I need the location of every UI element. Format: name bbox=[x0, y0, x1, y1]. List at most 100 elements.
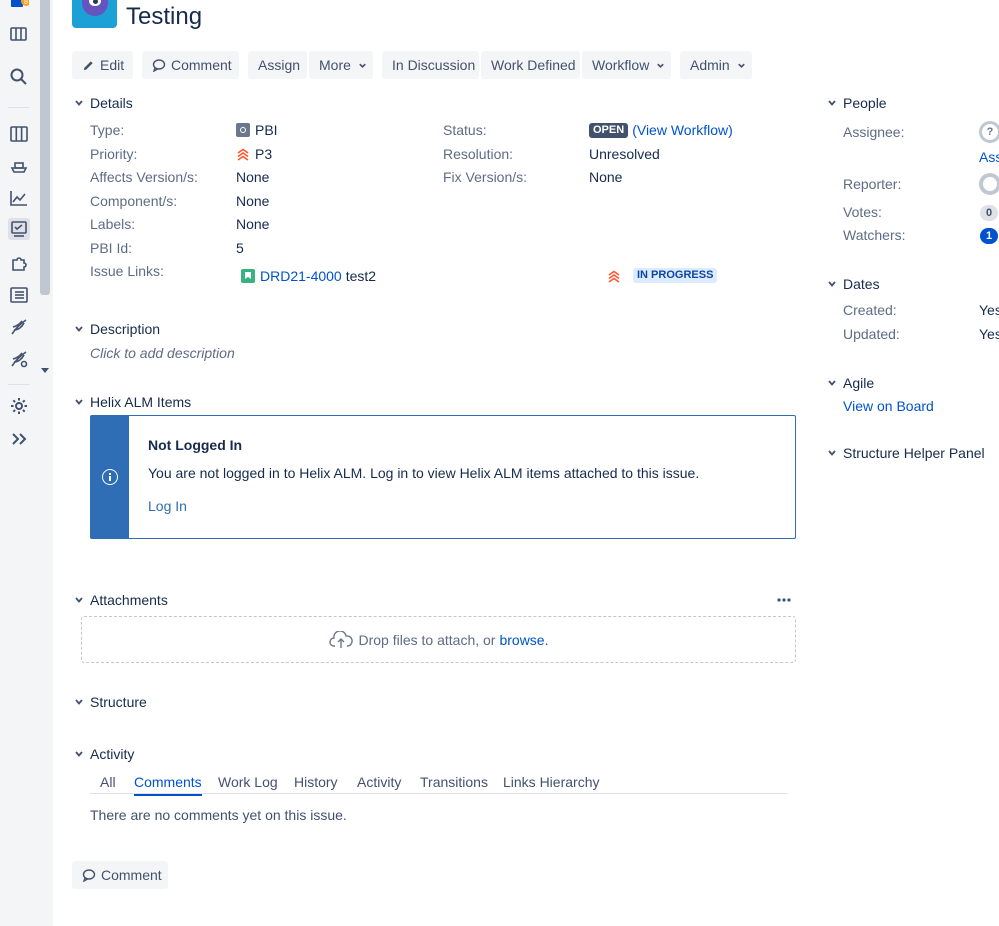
browse-link[interactable]: browse bbox=[499, 632, 544, 648]
dates-section-toggle[interactable]: Dates bbox=[825, 276, 880, 292]
reports-icon[interactable] bbox=[8, 187, 30, 209]
comment-icon bbox=[82, 868, 96, 882]
labels-label: Labels: bbox=[90, 216, 136, 232]
pbi-id-value[interactable]: 5 bbox=[236, 240, 244, 256]
more-button[interactable]: More bbox=[309, 51, 373, 79]
description-section-toggle[interactable]: Description bbox=[72, 321, 160, 337]
people-heading: People bbox=[843, 95, 887, 111]
assign-button[interactable]: Assign bbox=[248, 51, 307, 79]
issue-title[interactable]: Testing bbox=[126, 3, 202, 31]
chevron-down-icon bbox=[825, 98, 839, 108]
left-sidebar: 8 bbox=[0, 0, 38, 926]
sidebar-scrollbar[interactable] bbox=[38, 0, 53, 926]
more-options-icon[interactable] bbox=[775, 592, 793, 608]
tab-comments[interactable]: Comments bbox=[134, 774, 202, 796]
priority-value[interactable]: P3 bbox=[236, 146, 272, 162]
reporter-avatar[interactable] bbox=[979, 173, 999, 195]
linked-issue-status: IN PROGRESS bbox=[607, 268, 718, 283]
attachments-section-toggle[interactable]: Attachments bbox=[72, 592, 168, 608]
labels-value[interactable]: None bbox=[236, 216, 269, 232]
drop-text: Drop files to attach, or bbox=[358, 631, 496, 648]
fix-version-value[interactable]: None bbox=[589, 169, 622, 185]
notification-icon[interactable]: 8 bbox=[8, 0, 30, 18]
more-label: More bbox=[319, 57, 351, 73]
add-comment-button[interactable]: Comment bbox=[72, 861, 168, 889]
tab-activity[interactable]: Activity bbox=[357, 774, 401, 790]
project-avatar[interactable] bbox=[72, 0, 117, 28]
issues-icon[interactable] bbox=[8, 218, 30, 240]
columns-icon[interactable] bbox=[8, 123, 30, 145]
tab-history[interactable]: History bbox=[294, 774, 338, 790]
structure-section-toggle[interactable]: Structure bbox=[72, 694, 147, 710]
helix-login-link[interactable]: Log In bbox=[148, 498, 187, 514]
helix-section-toggle[interactable]: Helix ALM Items bbox=[72, 394, 191, 410]
chevron-down-icon bbox=[825, 378, 839, 388]
unknown-user-icon: ? bbox=[982, 124, 998, 140]
component-label: Component/s: bbox=[90, 193, 178, 209]
view-workflow-link[interactable]: View Workflow bbox=[637, 122, 728, 138]
in-discussion-button[interactable]: In Discussion bbox=[382, 51, 479, 79]
sidebar-divider bbox=[8, 107, 30, 108]
tab-transitions[interactable]: Transitions bbox=[420, 774, 488, 790]
helix-panel-title: Not Logged In bbox=[148, 437, 243, 453]
view-on-board-link[interactable]: View on Board bbox=[843, 398, 934, 414]
scroll-down-arrow-icon[interactable] bbox=[41, 368, 49, 373]
votes-count-badge[interactable]: 0 bbox=[980, 205, 999, 221]
status-label: Status: bbox=[443, 122, 487, 138]
tab-all[interactable]: All bbox=[100, 774, 116, 790]
tab-links-hierarchy[interactable]: Links Hierarchy bbox=[503, 774, 599, 790]
created-label: Created: bbox=[843, 302, 897, 318]
updated-value: Yest bbox=[979, 326, 999, 342]
search-icon[interactable] bbox=[8, 66, 30, 88]
settings-gear-icon[interactable] bbox=[8, 395, 30, 417]
workflow-button[interactable]: Workflow bbox=[582, 51, 671, 79]
affects-version-value[interactable]: None bbox=[236, 169, 269, 185]
work-defined-button[interactable]: Work Defined bbox=[481, 51, 580, 79]
feather-icon[interactable] bbox=[8, 316, 30, 338]
story-type-icon bbox=[241, 269, 255, 283]
type-label: Type: bbox=[90, 122, 125, 138]
priority-arrows-icon bbox=[607, 269, 621, 283]
chevron-down-icon bbox=[737, 61, 746, 70]
list-icon[interactable] bbox=[8, 284, 30, 306]
helix-panel-accent bbox=[91, 416, 129, 538]
edit-button[interactable]: Edit bbox=[72, 51, 133, 79]
ship-icon[interactable] bbox=[8, 155, 30, 177]
type-text: PBI bbox=[255, 122, 278, 138]
tab-work-log[interactable]: Work Log bbox=[218, 774, 278, 790]
linked-issue-key[interactable]: DRD21-4000 bbox=[260, 268, 342, 284]
linked-issue-row[interactable]: DRD21-4000 test2 bbox=[241, 268, 376, 284]
chevron-down-icon bbox=[72, 697, 86, 707]
cloud-upload-icon bbox=[328, 630, 353, 649]
scrollbar-thumb[interactable] bbox=[40, 0, 50, 295]
puzzle-icon[interactable] bbox=[8, 252, 30, 274]
chevron-down-icon bbox=[825, 448, 839, 458]
people-section-toggle[interactable]: People bbox=[825, 95, 887, 111]
sidebar-divider bbox=[8, 384, 30, 385]
attachment-dropzone[interactable]: Drop files to attach, or browse . bbox=[81, 616, 796, 663]
structure-helper-section-toggle[interactable]: Structure Helper Panel bbox=[825, 445, 985, 461]
structure-helper-heading: Structure Helper Panel bbox=[843, 445, 985, 461]
feather-alt-icon[interactable] bbox=[8, 348, 30, 370]
helix-heading: Helix ALM Items bbox=[90, 394, 192, 410]
component-value[interactable]: None bbox=[236, 193, 269, 209]
comment-icon bbox=[152, 58, 166, 72]
priority-label: Priority: bbox=[90, 146, 138, 162]
assignee-avatar[interactable]: ? bbox=[979, 121, 999, 143]
expand-sidebar-icon[interactable] bbox=[8, 428, 30, 450]
watchers-count-badge[interactable]: 1 bbox=[980, 228, 999, 244]
assign-to-me-link[interactable]: Ass bbox=[979, 149, 999, 165]
created-value: Yest bbox=[979, 302, 999, 318]
agile-section-toggle[interactable]: Agile bbox=[825, 375, 874, 391]
comment-button[interactable]: Comment bbox=[142, 51, 239, 79]
board-icon[interactable] bbox=[8, 23, 30, 45]
description-placeholder[interactable]: Click to add description bbox=[90, 345, 235, 361]
details-section-toggle[interactable]: Details bbox=[72, 95, 133, 111]
activity-section-toggle[interactable]: Activity bbox=[72, 746, 134, 762]
admin-button[interactable]: Admin bbox=[680, 51, 752, 79]
assign-label: Assign bbox=[258, 57, 301, 73]
add-comment-label: Comment bbox=[101, 867, 162, 883]
chevron-down-icon bbox=[72, 98, 86, 108]
in-progress-lozenge: IN PROGRESS bbox=[633, 268, 718, 283]
type-value[interactable]: PBI bbox=[236, 122, 278, 138]
